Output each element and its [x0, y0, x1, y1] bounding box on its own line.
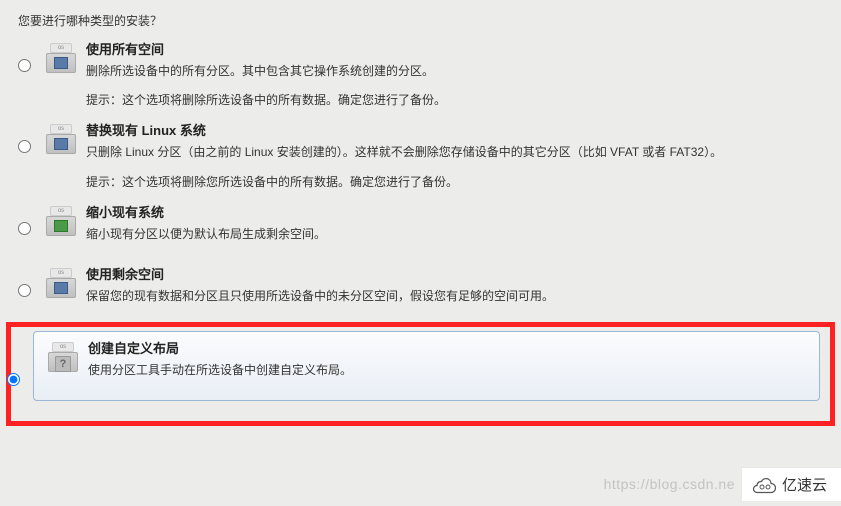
option-replace-linux[interactable]: os 替换现有 Linux 系统 只删除 Linux 分区（由之前的 Linux… [6, 114, 835, 195]
option-title: 使用剩余空间 [86, 264, 823, 283]
option-title: 创建自定义布局 [88, 338, 811, 357]
option-description: 只删除 Linux 分区（由之前的 Linux 安装创建的）。这样就不会删除您存… [86, 143, 823, 162]
option-hint: 提示：这个选项将删除所选设备中的所有数据。确定您进行了备份。 [86, 91, 823, 110]
footer-watermark: https://blog.csdn.ne 亿速云 [0, 462, 841, 506]
brand-badge: 亿速云 [741, 467, 841, 501]
option-custom-layout[interactable]: os? 创建自定义布局 使用分区工具手动在所选设备中创建自定义布局。 [33, 331, 820, 401]
radio-shrink-existing[interactable] [18, 222, 31, 235]
option-title: 使用所有空间 [86, 39, 823, 58]
radio-use-free-space[interactable] [18, 284, 31, 297]
install-type-question: 您要进行哪种类型的安装？ [0, 0, 841, 33]
option-use-all-space[interactable]: os 使用所有空间 删除所选设备中的所有分区。其中包含其它操作系统创建的分区。 … [6, 33, 835, 114]
radio-use-all-space[interactable] [18, 59, 31, 72]
option-description: 使用分区工具手动在所选设备中创建自定义布局。 [88, 361, 811, 380]
disk-icon: os [40, 264, 82, 302]
option-title: 缩小现有系统 [86, 202, 823, 221]
option-description: 保留您的现有数据和分区且只使用所选设备中的未分区空间，假设您有足够的空间可用。 [86, 287, 823, 306]
question-icon: os? [42, 338, 84, 376]
highlight-box: os? 创建自定义布局 使用分区工具手动在所选设备中创建自定义布局。 [6, 322, 835, 426]
disk-icon: os [40, 202, 82, 240]
disk-icon: os [40, 39, 82, 77]
radio-custom-layout[interactable] [7, 373, 20, 386]
option-shrink-existing[interactable]: os 缩小现有系统 缩小现有分区以便为默认布局生成剩余空间。 [6, 196, 835, 258]
cloud-icon [752, 475, 776, 495]
install-options-list: os 使用所有空间 删除所选设备中的所有分区。其中包含其它操作系统创建的分区。 … [0, 33, 841, 320]
option-title: 替换现有 Linux 系统 [86, 120, 823, 139]
option-use-free-space[interactable]: os 使用剩余空间 保留您的现有数据和分区且只使用所选设备中的未分区空间，假设您… [6, 258, 835, 320]
option-description: 删除所选设备中的所有分区。其中包含其它操作系统创建的分区。 [86, 62, 823, 81]
disk-icon: os [40, 120, 82, 158]
brand-name: 亿速云 [782, 474, 827, 495]
option-description: 缩小现有分区以便为默认布局生成剩余空间。 [86, 225, 823, 244]
radio-replace-linux[interactable] [18, 140, 31, 153]
option-hint: 提示：这个选项将删除您所选设备中的所有数据。确定您进行了备份。 [86, 173, 823, 192]
watermark-text: https://blog.csdn.ne [604, 476, 735, 492]
